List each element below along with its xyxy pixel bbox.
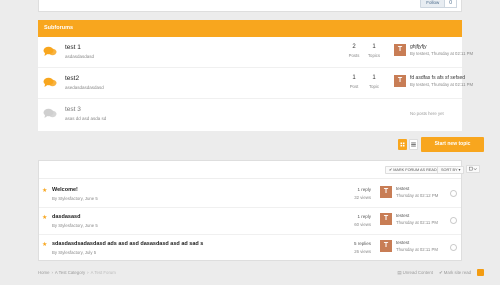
- topics-count: 1: [372, 44, 376, 50]
- forum-title[interactable]: test2: [65, 75, 79, 82]
- topics-label: Topic: [368, 84, 380, 89]
- last-post-time: Thursday at 02:11 PM: [396, 247, 438, 252]
- select-topics-dropdown[interactable]: [466, 165, 480, 173]
- chat-bubbles-icon: [43, 46, 57, 56]
- follow-button[interactable]: Follow: [420, 0, 446, 8]
- start-new-topic-button[interactable]: Start new topic: [421, 137, 484, 152]
- posts-count: 1: [352, 75, 356, 81]
- checkbox-dropdown-icon: [468, 166, 477, 171]
- topics-toolbar: ✔ MARK FORUM AS READ SORT BY ▾ ☐ ▾: [39, 161, 465, 179]
- reply-count: 5 replies: [353, 241, 371, 246]
- topic-meta: By Stylesfactory, June 5: [52, 223, 98, 228]
- topics-count: 1: [372, 75, 376, 81]
- subforums-panel: Subforums test 1 asdasdasdasd 2 Posts 1 …: [38, 20, 473, 131]
- forum-description: asas dd asd asda sd: [65, 116, 107, 121]
- last-post-meta: By testest, Thursday at 02:11 PM: [410, 51, 474, 56]
- unread-content-label: Unread Content: [402, 269, 433, 275]
- forum-description: asedasdasdasdasd: [65, 85, 104, 90]
- topics-label: Topics: [367, 53, 381, 58]
- rss-icon[interactable]: [477, 269, 484, 276]
- breadcrumb-current: A Test Forum: [90, 270, 116, 275]
- last-poster[interactable]: testest: [396, 213, 409, 218]
- avatar[interactable]: T: [380, 213, 392, 225]
- topic-row[interactable]: ★ dasdasasd By Stylesfactory, June 5 1 r…: [39, 208, 461, 235]
- topic-select-checkbox[interactable]: [450, 244, 457, 251]
- topic-row[interactable]: ★ sdasdasdsadasdasd ads asd asd dasasdas…: [39, 235, 461, 262]
- grid-icon: [400, 142, 405, 147]
- topic-title[interactable]: Welcome!: [52, 187, 78, 193]
- forum-title[interactable]: test 3: [65, 106, 81, 113]
- forum-header-panel: Follow 0: [38, 0, 462, 12]
- forum-row[interactable]: test 1 asdasdasdasd 2 Posts 1 Topics T g…: [38, 37, 473, 68]
- forum-description: asdasdasdasd: [65, 54, 95, 59]
- last-poster[interactable]: testest: [396, 240, 409, 245]
- breadcrumb-home[interactable]: Home: [38, 270, 49, 275]
- last-post-time: Thursday at 02:11 PM: [396, 220, 438, 225]
- star-icon: ★: [42, 215, 48, 221]
- mark-forum-read-button[interactable]: ✔ MARK FORUM AS READ: [385, 166, 441, 174]
- last-post-title[interactable]: fd asdfas fs afs sf sefsed: [410, 75, 465, 81]
- follow-count[interactable]: 0: [445, 0, 457, 8]
- breadcrumb-separator: ›: [87, 270, 89, 275]
- star-icon: ★: [42, 242, 48, 248]
- forum-title[interactable]: test 1: [65, 44, 81, 51]
- topic-meta: By Stylesfactory, June 5: [52, 196, 98, 201]
- list-icon: [411, 142, 416, 147]
- last-post-time: Thursday at 02:12 PM: [396, 193, 439, 198]
- subforums-header: Subforums: [38, 20, 462, 37]
- follow-group: Follow 0: [420, 0, 457, 8]
- last-post-title[interactable]: ghjfjyfjy: [410, 44, 427, 50]
- avatar[interactable]: T: [380, 186, 392, 198]
- reply-count: 1 reply: [357, 214, 371, 219]
- view-count: 32 views: [354, 195, 371, 200]
- last-post-meta: By testest, Thursday at 02:11 PM: [410, 82, 474, 87]
- reply-count: 1 reply: [357, 187, 371, 192]
- topics-panel: ✔ MARK FORUM AS READ SORT BY ▾ ☐ ▾ ★ Wel…: [38, 160, 465, 262]
- view-count: 60 views: [354, 222, 371, 227]
- footer-links: ▤ Unread Content ✔ Mark site read: [397, 269, 484, 276]
- list-view-button[interactable]: [409, 139, 418, 150]
- topic-title[interactable]: dasdasasd: [52, 214, 80, 220]
- forum-posts-stat: 1 Post: [344, 75, 364, 89]
- view-count: 26 views: [354, 249, 371, 254]
- avatar[interactable]: T: [380, 240, 392, 252]
- chat-bubbles-icon: [43, 77, 57, 87]
- posts-label: Post: [349, 84, 359, 89]
- forum-row[interactable]: test2 asedasdasdasdasd 1 Post 1 Topic T …: [38, 68, 473, 99]
- forum-topics-stat: 1 Topic: [364, 75, 384, 89]
- forum-topics-stat: 1 Topics: [364, 44, 384, 58]
- avatar[interactable]: T: [394, 75, 406, 87]
- forum-posts-stat: 2 Posts: [344, 44, 364, 58]
- topic-meta: By Stylesfactory, July 5: [52, 250, 97, 255]
- mark-site-read-label: Mark site read: [443, 269, 471, 275]
- topic-select-checkbox[interactable]: [450, 217, 457, 224]
- posts-count: 2: [352, 44, 356, 50]
- breadcrumb: Home › A Test Category › A Test Forum: [38, 270, 116, 275]
- mark-site-read-link[interactable]: ✔ Mark site read: [439, 270, 471, 276]
- last-poster[interactable]: testest: [396, 186, 409, 191]
- breadcrumb-category[interactable]: A Test Category: [55, 270, 85, 275]
- star-icon: ★: [42, 188, 48, 194]
- forum-row[interactable]: test 3 asas dd asd asda sd No posts here…: [38, 99, 462, 130]
- avatar[interactable]: T: [394, 44, 406, 56]
- chat-bubbles-read-icon: [43, 108, 57, 118]
- unread-content-link[interactable]: ▤ Unread Content: [397, 270, 433, 276]
- topic-row[interactable]: ★ Welcome! By Stylesfactory, June 5 1 re…: [39, 181, 461, 208]
- topic-select-checkbox[interactable]: [450, 190, 457, 197]
- grid-view-button[interactable]: [398, 139, 407, 150]
- sort-by-dropdown[interactable]: SORT BY ▾: [437, 166, 465, 174]
- no-posts-text: No posts here yet: [410, 111, 444, 116]
- breadcrumb-separator: ›: [51, 270, 53, 275]
- posts-label: Posts: [348, 53, 360, 58]
- topic-title[interactable]: sdasdasdsadasdasd ads asd asd dasasdasd …: [52, 241, 203, 247]
